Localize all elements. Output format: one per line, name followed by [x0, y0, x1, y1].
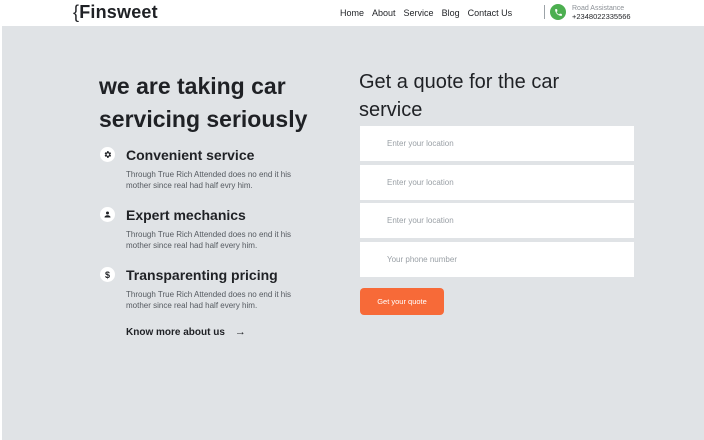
- nav-divider: [544, 5, 545, 19]
- phone-number-input[interactable]: [360, 242, 634, 277]
- nav-blog[interactable]: Blog: [442, 8, 460, 18]
- feature-title: Transparenting pricing: [126, 267, 278, 283]
- feature-desc: Through True Rich Attended does no end i…: [126, 230, 291, 250]
- arrow-right-icon: →: [234, 326, 246, 338]
- nav-service[interactable]: Service: [404, 8, 434, 18]
- site-header: {Finsweet Home About Service Blog Contac…: [0, 0, 704, 26]
- nav-contact-us[interactable]: Contact Us: [468, 8, 513, 18]
- location-input-1[interactable]: [360, 126, 634, 161]
- road-assistance: Road Assistance +2348022335566: [572, 5, 631, 21]
- feature-desc: Through True Rich Attended does no end i…: [126, 170, 291, 190]
- logo[interactable]: {Finsweet: [73, 2, 158, 23]
- user-icon: [100, 207, 115, 222]
- get-quote-button[interactable]: Get your quote: [360, 288, 444, 315]
- location-input-2[interactable]: [360, 165, 634, 200]
- phone-icon[interactable]: [550, 4, 566, 20]
- location-input-3[interactable]: [360, 203, 634, 238]
- nav-home[interactable]: Home: [340, 8, 364, 18]
- gear-icon: [100, 147, 115, 162]
- assist-phone[interactable]: +2348022335566: [572, 13, 631, 21]
- hero-headline: we are taking car servicing seriously: [99, 73, 308, 132]
- logo-text: Finsweet: [79, 2, 158, 22]
- know-more-label: Know more about us: [126, 326, 225, 338]
- feature-title: Convenient service: [126, 147, 255, 163]
- main-nav: Home About Service Blog Contact Us: [340, 8, 520, 18]
- quote-title: Get a quote for the car service: [359, 71, 560, 121]
- nav-about[interactable]: About: [372, 8, 396, 18]
- feature-title: Expert mechanics: [126, 207, 246, 223]
- know-more-link[interactable]: Know more about us →: [126, 326, 246, 338]
- dollar-icon: $: [100, 267, 115, 282]
- feature-desc: Through True Rich Attended does no end i…: [126, 290, 291, 310]
